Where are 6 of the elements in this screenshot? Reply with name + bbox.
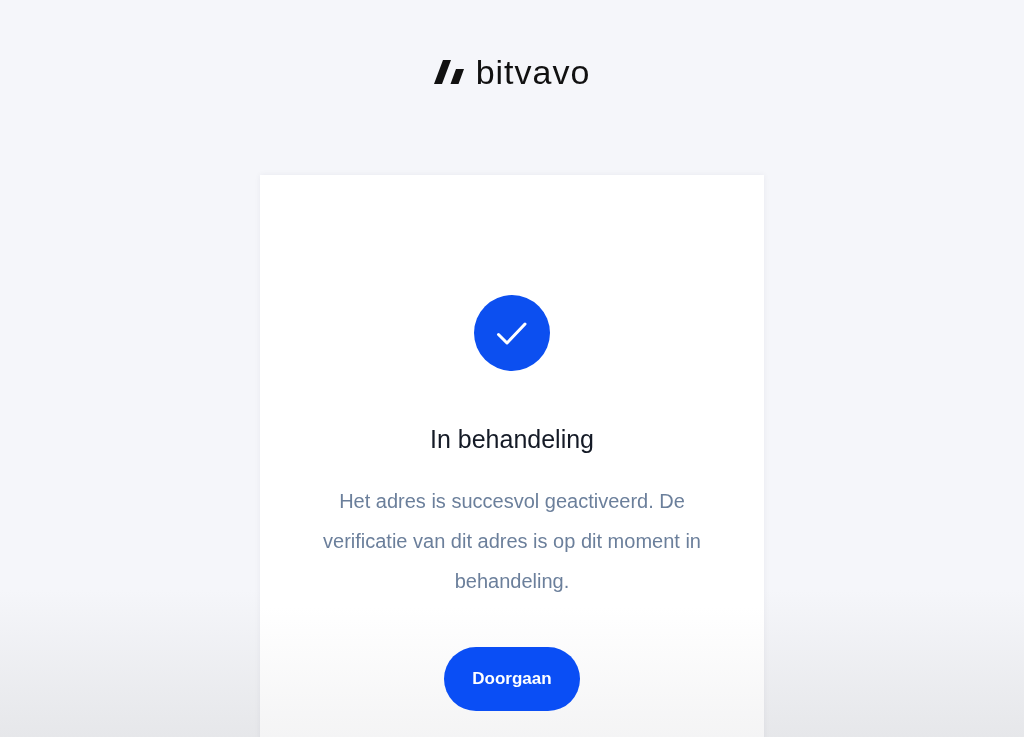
continue-button[interactable]: Doorgaan — [444, 647, 580, 711]
status-title: In behandeling — [429, 424, 594, 455]
checkmark-icon — [474, 295, 550, 371]
message-text: Het adres is succesvol geactiveerd. De verificatie van dit adres is op dit moment in behandeling. — [322, 489, 702, 594]
brand-name: bitvavo — [475, 52, 591, 93]
logo-icon — [433, 60, 467, 84]
